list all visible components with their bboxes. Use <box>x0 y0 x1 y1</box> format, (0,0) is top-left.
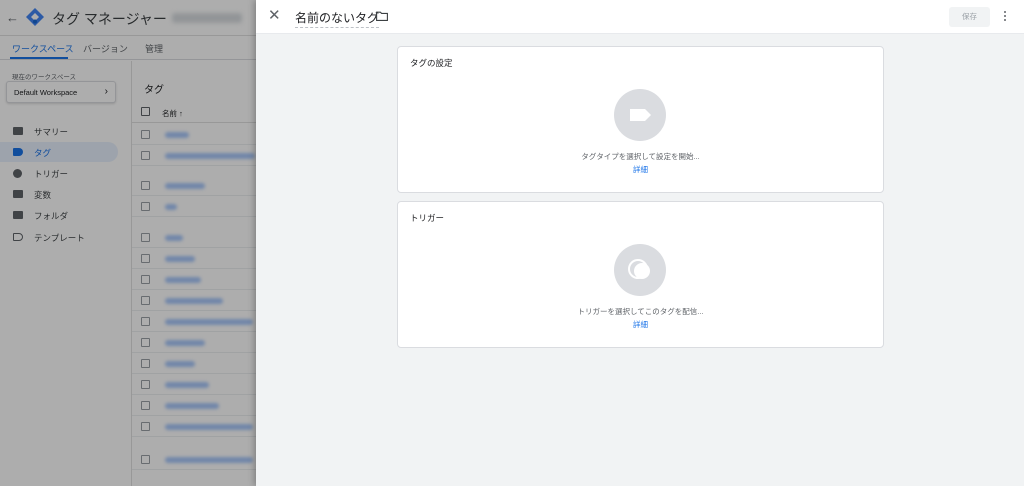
card-description: トリガーを選択してこのタグを配信... <box>577 307 704 316</box>
card-description: タグタイプを選択して設定を開始... <box>581 152 700 161</box>
triggering-card[interactable]: トリガー トリガーを選択してこのタグを配信... 詳細 <box>397 201 884 348</box>
tag-editor-panel: ✕ 名前のないタグ 保存 タグの設定 タグタイプを選択して設定を開始... 詳細… <box>256 0 1024 486</box>
tag-name-field[interactable]: 名前のないタグ <box>295 9 380 28</box>
learn-more-link[interactable]: 詳細 <box>398 164 883 175</box>
tag-configuration-card[interactable]: タグの設定 タグタイプを選択して設定を開始... 詳細 <box>397 46 884 193</box>
save-button[interactable]: 保存 <box>949 7 990 27</box>
tag-icon <box>630 109 651 121</box>
more-vert-icon[interactable] <box>1001 9 1009 25</box>
card-title: トリガー <box>410 213 445 223</box>
modal-overlay[interactable] <box>0 0 256 486</box>
tag-placeholder-icon[interactable] <box>614 89 666 141</box>
trigger-placeholder-icon[interactable] <box>614 244 666 296</box>
trigger-icon <box>628 259 650 279</box>
panel-header: ✕ 名前のないタグ 保存 <box>256 0 1024 34</box>
folder-icon[interactable] <box>376 11 388 21</box>
learn-more-link[interactable]: 詳細 <box>398 319 883 330</box>
close-icon[interactable]: ✕ <box>268 8 281 23</box>
card-title: タグの設定 <box>410 58 453 68</box>
